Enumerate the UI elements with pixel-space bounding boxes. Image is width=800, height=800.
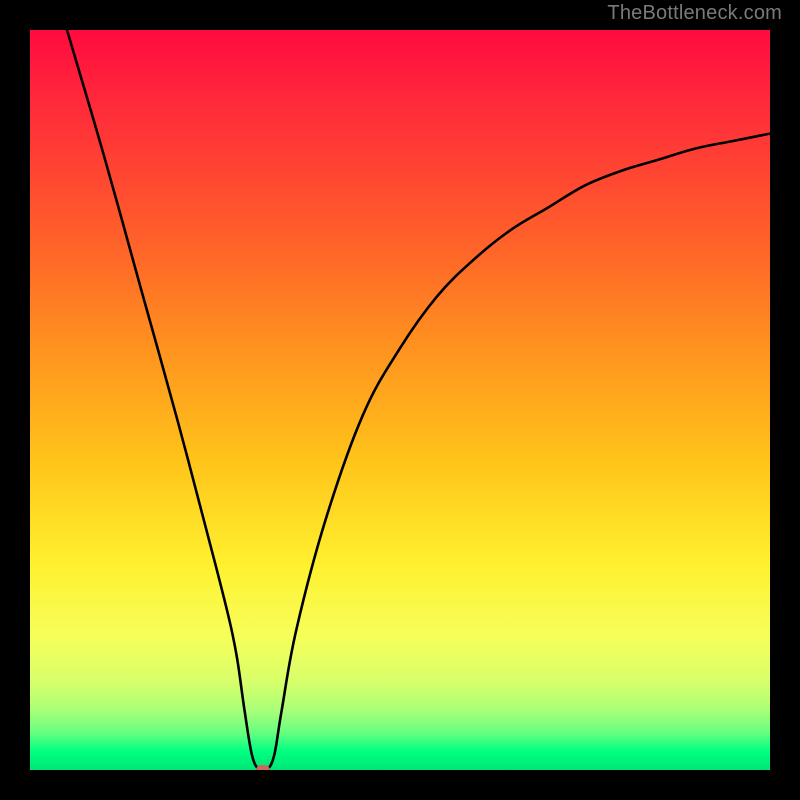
bottleneck-curve bbox=[67, 30, 770, 770]
watermark-text: TheBottleneck.com bbox=[607, 2, 782, 25]
min-marker-icon bbox=[256, 765, 270, 770]
chart-stage: TheBottleneck.com bbox=[0, 0, 800, 800]
plot-area bbox=[30, 30, 770, 770]
curve-svg bbox=[30, 30, 770, 770]
